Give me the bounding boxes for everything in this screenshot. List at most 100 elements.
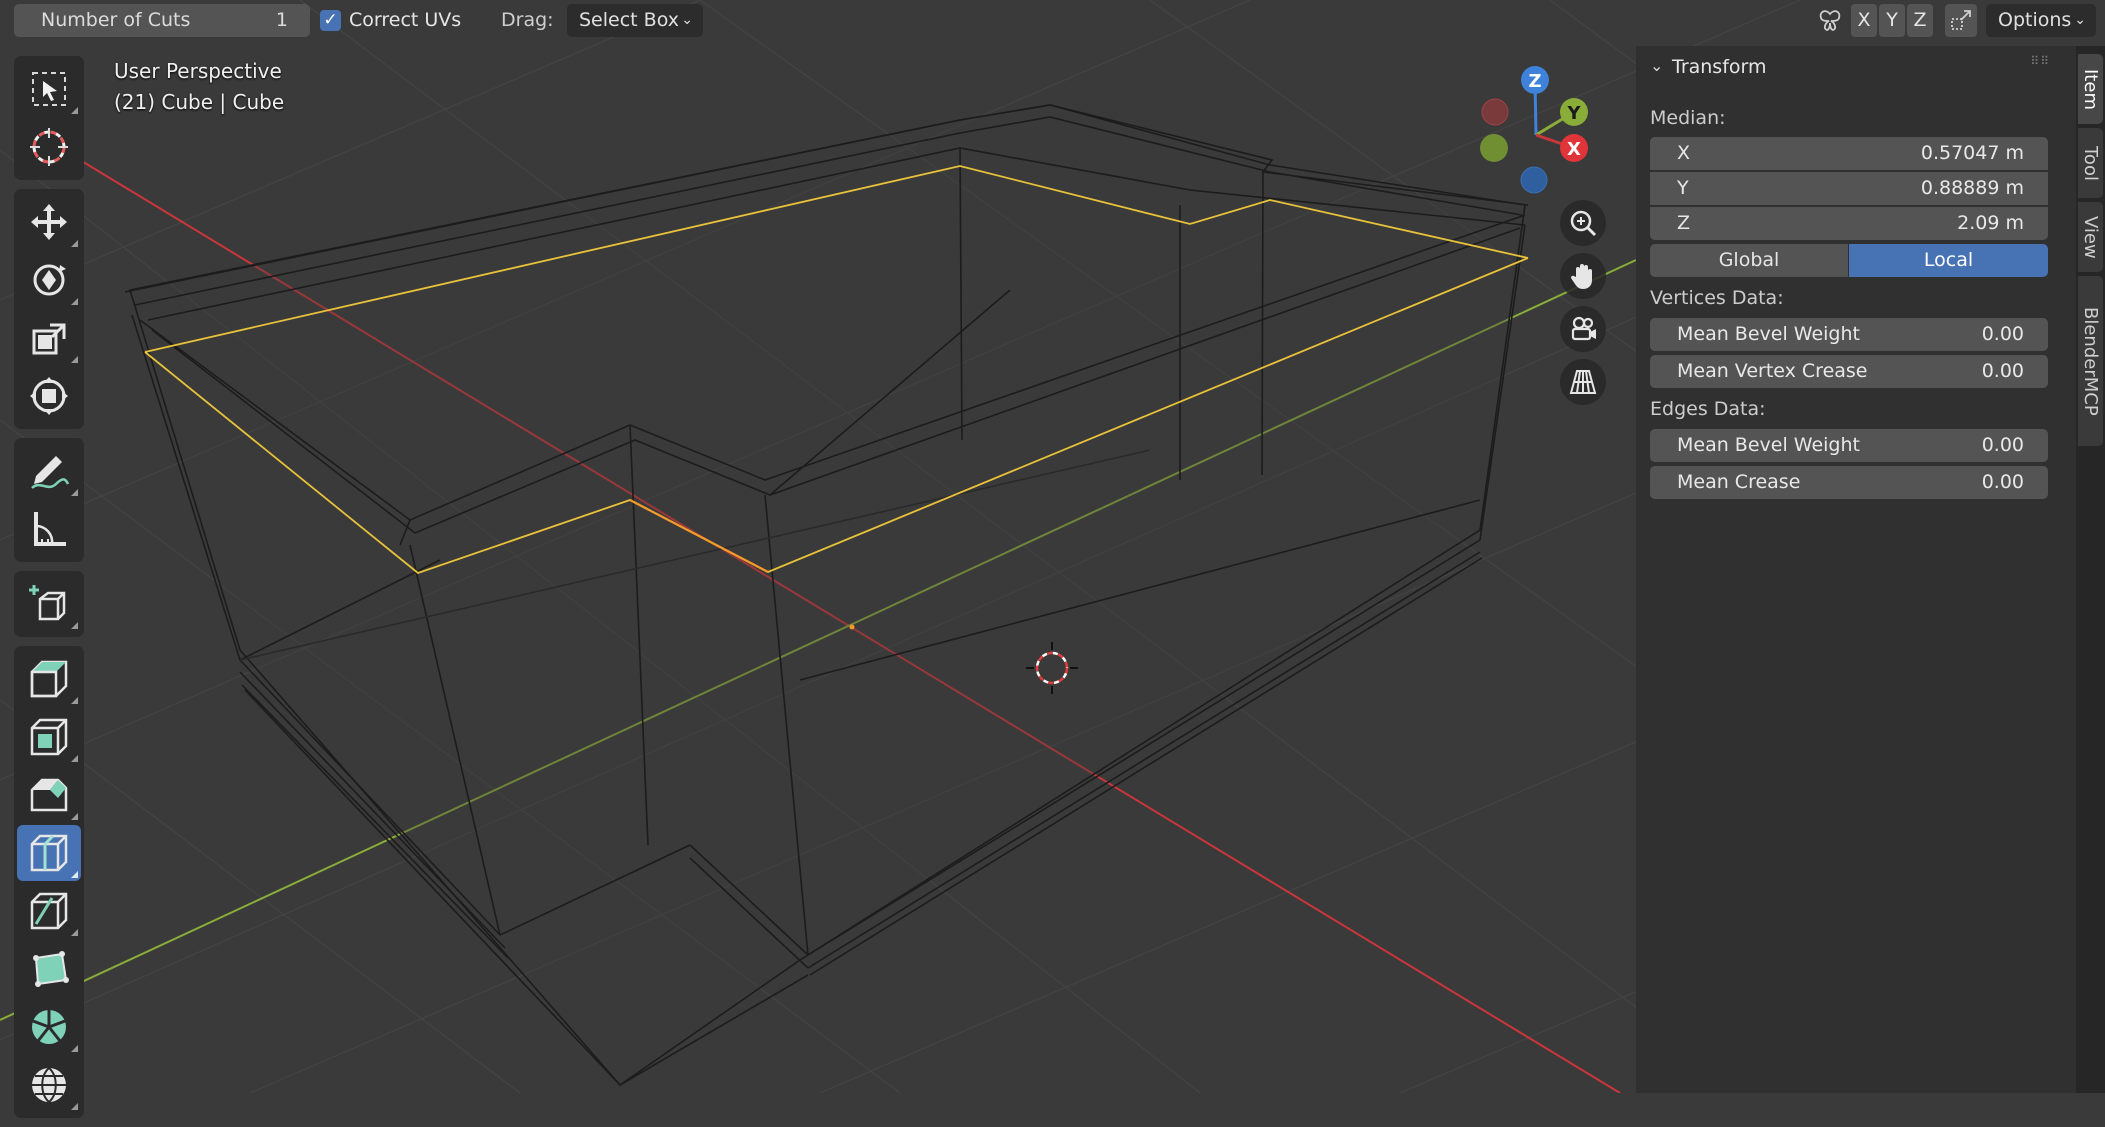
tool-extrude[interactable] <box>17 651 81 707</box>
sidebar-panel: ⌄ Transform ⠿⠿ Median: X 0.57047 m Y 0.8… <box>1636 46 2076 1093</box>
gizmo-y-label: Y <box>1566 103 1581 124</box>
origin-dot <box>849 624 855 630</box>
tool-select-box[interactable] <box>17 61 81 117</box>
grid-perspective-icon <box>1569 370 1597 394</box>
view-name: User Perspective <box>114 59 282 83</box>
tool-poly-build[interactable] <box>17 941 81 997</box>
drag-select-value: Select Box <box>579 9 679 31</box>
median-z-label: Z <box>1677 212 1691 234</box>
median-y-field[interactable]: Y 0.88889 m <box>1650 172 2048 205</box>
vertices-data-label: Vertices Data: <box>1650 287 1784 309</box>
tab-tool-label: Tool <box>2080 145 2101 181</box>
scale-icon <box>32 323 66 355</box>
tool-spin[interactable] <box>17 999 81 1055</box>
transform-icon <box>30 377 68 415</box>
tool-rotate[interactable] <box>17 252 81 308</box>
number-of-cuts-label: Number of Cuts <box>41 9 191 31</box>
tab-item[interactable]: Item <box>2078 54 2103 124</box>
edge-bevel-weight-label: Mean Bevel Weight <box>1677 434 1860 456</box>
tab-blendermcp[interactable]: BlenderMCP <box>2078 276 2103 446</box>
tab-tool[interactable]: Tool <box>2078 128 2103 198</box>
tool-scale[interactable] <box>17 310 81 366</box>
tool-group-annotate <box>14 438 84 562</box>
vertex-crease-value: 0.00 <box>1981 360 2024 382</box>
options-label: Options <box>1998 9 2072 31</box>
tool-move[interactable] <box>17 194 81 250</box>
camera-icon <box>1571 316 1596 341</box>
knife-icon <box>30 892 68 930</box>
annotate-icon <box>31 456 70 489</box>
zoom-button[interactable] <box>1560 200 1606 246</box>
median-x-value: 0.57047 m <box>1920 142 2024 164</box>
vertex-bevel-weight-label: Mean Bevel Weight <box>1677 323 1860 345</box>
smooth-icon <box>32 1067 66 1103</box>
tool-cursor[interactable] <box>17 119 81 175</box>
zoom-icon <box>1570 210 1597 237</box>
chevron-down-icon: ⌄ <box>1650 56 1664 75</box>
number-of-cuts-field[interactable]: Number of Cuts 1 <box>14 4 310 37</box>
local-label: Local <box>1923 249 1974 271</box>
median-z-field[interactable]: Z 2.09 m <box>1650 207 2048 240</box>
inset-icon <box>30 718 68 756</box>
median-label: Median: <box>1650 107 1726 129</box>
cursor-icon <box>30 128 68 166</box>
tool-add-cube[interactable] <box>17 576 81 632</box>
chevron-down-icon: ⌄ <box>681 12 693 28</box>
object-info: (21) Cube | Cube <box>114 90 285 114</box>
tool-group-add <box>14 571 84 637</box>
edges-data-label: Edges Data: <box>1650 398 1766 420</box>
vertex-crease-field[interactable]: Mean Vertex Crease 0.00 <box>1650 355 2048 388</box>
edge-crease-field[interactable]: Mean Crease 0.00 <box>1650 466 2048 499</box>
perspective-toggle-button[interactable] <box>1560 359 1606 405</box>
drag-select-dropdown[interactable]: Select Box ⌄ <box>567 4 703 37</box>
loop-cut-icon <box>30 834 68 872</box>
tool-knife[interactable] <box>17 883 81 939</box>
drag-handle-icon[interactable]: ⠿⠿ <box>2030 54 2050 68</box>
move-icon <box>31 204 67 240</box>
measure-icon <box>34 512 66 546</box>
median-x-label: X <box>1677 142 1691 164</box>
vertex-crease-label: Mean Vertex Crease <box>1677 360 1868 382</box>
add-cube-icon <box>29 585 66 621</box>
median-y-label: Y <box>1677 177 1689 199</box>
poly-build-icon <box>33 951 69 987</box>
mesh-wireframe <box>124 104 1529 1087</box>
rotate-icon <box>33 264 66 296</box>
local-toggle[interactable]: Local <box>1849 244 2048 277</box>
gizmo-z-label: Z <box>1528 71 1541 92</box>
pan-button[interactable] <box>1560 253 1606 299</box>
gizmo-x-label: X <box>1567 139 1581 160</box>
tab-view-label: View <box>2080 215 2101 259</box>
vertex-bevel-weight-value: 0.00 <box>1981 323 2024 345</box>
number-of-cuts-value: 1 <box>275 9 288 31</box>
tab-view[interactable]: View <box>2078 202 2103 272</box>
tool-inset[interactable] <box>17 709 81 765</box>
tool-group-edit <box>14 646 84 1118</box>
left-toolbar <box>14 56 84 1127</box>
median-x-field[interactable]: X 0.57047 m <box>1650 137 2048 170</box>
tool-group-select <box>14 56 84 180</box>
bevel-icon <box>30 778 68 812</box>
select-box-icon <box>32 72 66 106</box>
camera-view-button[interactable] <box>1560 306 1606 352</box>
edge-bevel-weight-field[interactable]: Mean Bevel Weight 0.00 <box>1650 429 2048 462</box>
viewport-info: User Perspective (21) Cube | Cube <box>114 56 284 118</box>
chevron-down-icon: ⌄ <box>2074 12 2086 28</box>
spin-icon <box>32 1010 66 1044</box>
tool-loop-cut[interactable] <box>17 825 81 881</box>
tool-measure[interactable] <box>17 501 81 557</box>
global-toggle[interactable]: Global <box>1650 244 1848 277</box>
extrude-icon <box>30 660 68 698</box>
vertex-bevel-weight-field[interactable]: Mean Bevel Weight 0.00 <box>1650 318 2048 351</box>
tab-item-label: Item <box>2080 68 2101 110</box>
tool-smooth[interactable] <box>17 1057 81 1113</box>
median-y-value: 0.88889 m <box>1920 177 2024 199</box>
tool-annotate[interactable] <box>17 443 81 499</box>
transform-panel-header[interactable]: ⌄ Transform ⠿⠿ <box>1650 54 2060 84</box>
sidebar-tabs: Item Tool View BlenderMCP <box>2076 46 2105 1093</box>
navigation-gizmo[interactable]: Z Y X <box>1480 66 1588 194</box>
global-label: Global <box>1718 249 1780 271</box>
tool-transform[interactable] <box>17 368 81 424</box>
tool-bevel[interactable] <box>17 767 81 823</box>
options-dropdown[interactable]: Options ⌄ <box>1986 4 2096 37</box>
